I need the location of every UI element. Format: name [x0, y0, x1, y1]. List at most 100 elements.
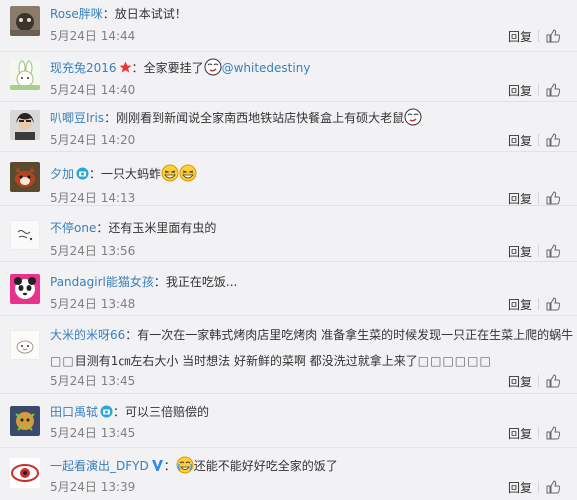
thumbs-up-icon[interactable] — [546, 244, 560, 258]
avatar[interactable] — [10, 274, 40, 304]
thumbs-up-icon[interactable] — [546, 374, 560, 388]
avatar[interactable] — [10, 220, 40, 250]
colon: ： — [89, 167, 102, 181]
divider — [538, 245, 539, 257]
smirk-emoji — [204, 58, 222, 76]
reply-button[interactable]: 回复 — [508, 296, 532, 313]
comment-text: Rose胖咪：放日本试试！ — [50, 4, 563, 24]
reply-button[interactable]: 回复 — [508, 243, 532, 260]
mention-link[interactable]: @whitedestiny — [222, 61, 311, 75]
divider — [538, 298, 539, 310]
reply-button[interactable]: 回复 — [508, 479, 532, 496]
comment-actions: 回复 — [479, 478, 565, 496]
username-link[interactable]: 田口禹轼 — [50, 405, 98, 419]
comment-body: 一只大蚂蚱 — [101, 167, 162, 181]
laughing-emoji — [179, 164, 197, 182]
timestamp: 5月24日 14:20 — [50, 133, 136, 147]
laughing-emoji — [161, 164, 179, 182]
timestamp: 5月24日 13:56 — [50, 244, 136, 258]
thumbs-up-icon[interactable] — [546, 297, 560, 311]
comment-body: 还能不能好好吃全家的饭了 — [193, 459, 338, 473]
comment-item: 夕加 ：一只大蚂蚱 5月24日 14:13 回复 — [0, 152, 577, 206]
comment-item: 叭唧豆Iris：刚刚看到新闻说全家南西地铁站店快餐盒上有硕大老鼠 5月24日 1… — [0, 102, 577, 152]
comment-body: 我正在吃饭... — [165, 275, 238, 289]
timestamp: 5月24日 14:40 — [50, 83, 136, 97]
thumbs-up-icon[interactable] — [546, 133, 560, 147]
missing-glyphs: □□ — [50, 354, 75, 368]
comment-actions: 回复 — [479, 81, 565, 99]
comment-text: 不停one：还有玉米里面有虫的 — [50, 218, 563, 238]
comment-text: 大米的米呀66：有一次在一家韩式烤肉店里吃烤肉 准备拿生菜的时候发现一只正在生菜… — [50, 322, 573, 374]
username-link[interactable]: 一起看演出_DFYD — [50, 459, 149, 473]
comment-item: 不停one：还有玉米里面有虫的 5月24日 13:56 回复 — [0, 206, 577, 262]
reply-button[interactable]: 回复 — [508, 82, 532, 99]
username-link[interactable]: 叭唧豆Iris — [50, 111, 104, 125]
timestamp: 5月24日 14:13 — [50, 191, 136, 205]
divider — [538, 134, 539, 146]
username-link[interactable]: Rose胖咪 — [50, 7, 103, 21]
thumbs-up-icon[interactable] — [546, 83, 560, 97]
username-link[interactable]: 夕加 — [50, 167, 74, 181]
avatar[interactable] — [10, 406, 40, 436]
colon: ： — [96, 221, 109, 235]
blue-v-badge-icon — [151, 459, 164, 472]
avatar[interactable] — [10, 110, 40, 140]
comment-text: Pandagirl能猫女孩：我正在吃饭... — [50, 272, 563, 292]
comment-body: 刚刚看到新闻说全家南西地铁站店快餐盒上有硕大老鼠 — [116, 111, 405, 125]
comment-body: 放日本试试！ — [114, 7, 187, 21]
timestamp: 5月24日 13:48 — [50, 297, 136, 311]
comment-item: Rose胖咪：放日本试试！ 5月24日 14:44 回复 — [0, 0, 577, 52]
avatar[interactable] — [10, 330, 40, 360]
comment-list: Rose胖咪：放日本试试！ 5月24日 14:44 回复 现充兔2016 ：全家要… — [0, 0, 577, 500]
colon: ： — [153, 275, 166, 289]
username-link[interactable]: 不停one — [50, 221, 96, 235]
reply-button[interactable]: 回复 — [508, 28, 532, 45]
divider — [538, 427, 539, 439]
camera-badge-icon — [100, 405, 113, 418]
divider — [538, 84, 539, 96]
timestamp: 5月24日 13:39 — [50, 480, 136, 494]
smirk-emoji — [404, 108, 422, 126]
avatar[interactable] — [10, 60, 40, 90]
comment-text: 一起看演出_DFYD ： 还能不能好好吃全家的饭了 — [50, 456, 563, 476]
divider — [538, 375, 539, 387]
username-link[interactable]: 现充兔2016 — [50, 61, 117, 75]
comment-actions: 回复 — [479, 372, 565, 390]
username-link[interactable]: 大米的米呀66 — [50, 328, 125, 342]
comment-text: 田口禹轼 ：可以三倍赔偿的 — [50, 402, 563, 422]
reply-button[interactable]: 回复 — [508, 425, 532, 442]
crying-laugh-emoji — [176, 456, 194, 474]
comment-body: 可以三倍赔偿的 — [125, 405, 210, 419]
comment-actions: 回复 — [479, 27, 565, 45]
thumbs-up-icon[interactable] — [546, 29, 560, 43]
divider — [538, 481, 539, 493]
comment-item: 一起看演出_DFYD ： 还能不能好好吃全家的饭了 5月24日 13:39 回复 — [0, 448, 577, 500]
timestamp: 5月24日 14:44 — [50, 29, 136, 43]
comment-text: 叭唧豆Iris：刚刚看到新闻说全家南西地铁站店快餐盒上有硕大老鼠 — [50, 108, 563, 128]
thumbs-up-icon[interactable] — [546, 480, 560, 494]
comment-item: 田口禹轼 ：可以三倍赔偿的 5月24日 13:45 回复 — [0, 394, 577, 448]
comment-actions: 回复 — [479, 189, 565, 207]
timestamp: 5月24日 13:45 — [50, 374, 136, 388]
colon: ： — [104, 111, 117, 125]
reply-button[interactable]: 回复 — [508, 132, 532, 149]
avatar[interactable] — [10, 458, 40, 488]
thumbs-up-icon[interactable] — [546, 191, 560, 205]
colon: ： — [102, 7, 115, 21]
reply-button[interactable]: 回复 — [508, 190, 532, 207]
comment-item: Pandagirl能猫女孩：我正在吃饭... 5月24日 13:48 回复 — [0, 262, 577, 316]
avatar[interactable] — [10, 6, 40, 36]
comment-actions: 回复 — [479, 131, 565, 149]
red-star-badge-icon — [119, 61, 132, 74]
comment-text: 夕加 ：一只大蚂蚱 — [50, 164, 563, 184]
comment-body: 还有玉米里面有虫的 — [108, 221, 217, 235]
username-link[interactable]: Pandagirl能猫女孩 — [50, 275, 154, 289]
timestamp: 5月24日 13:45 — [50, 426, 136, 440]
colon: ： — [131, 61, 144, 75]
comment-body-continued: 目测有1㎝左右大小 当时想法 好新鲜的菜啊 都没洗过就拿上来了 — [74, 354, 418, 368]
avatar[interactable] — [10, 162, 40, 192]
comment-actions: 回复 — [479, 424, 565, 442]
thumbs-up-icon[interactable] — [546, 426, 560, 440]
camera-badge-icon — [76, 167, 89, 180]
reply-button[interactable]: 回复 — [508, 373, 532, 390]
